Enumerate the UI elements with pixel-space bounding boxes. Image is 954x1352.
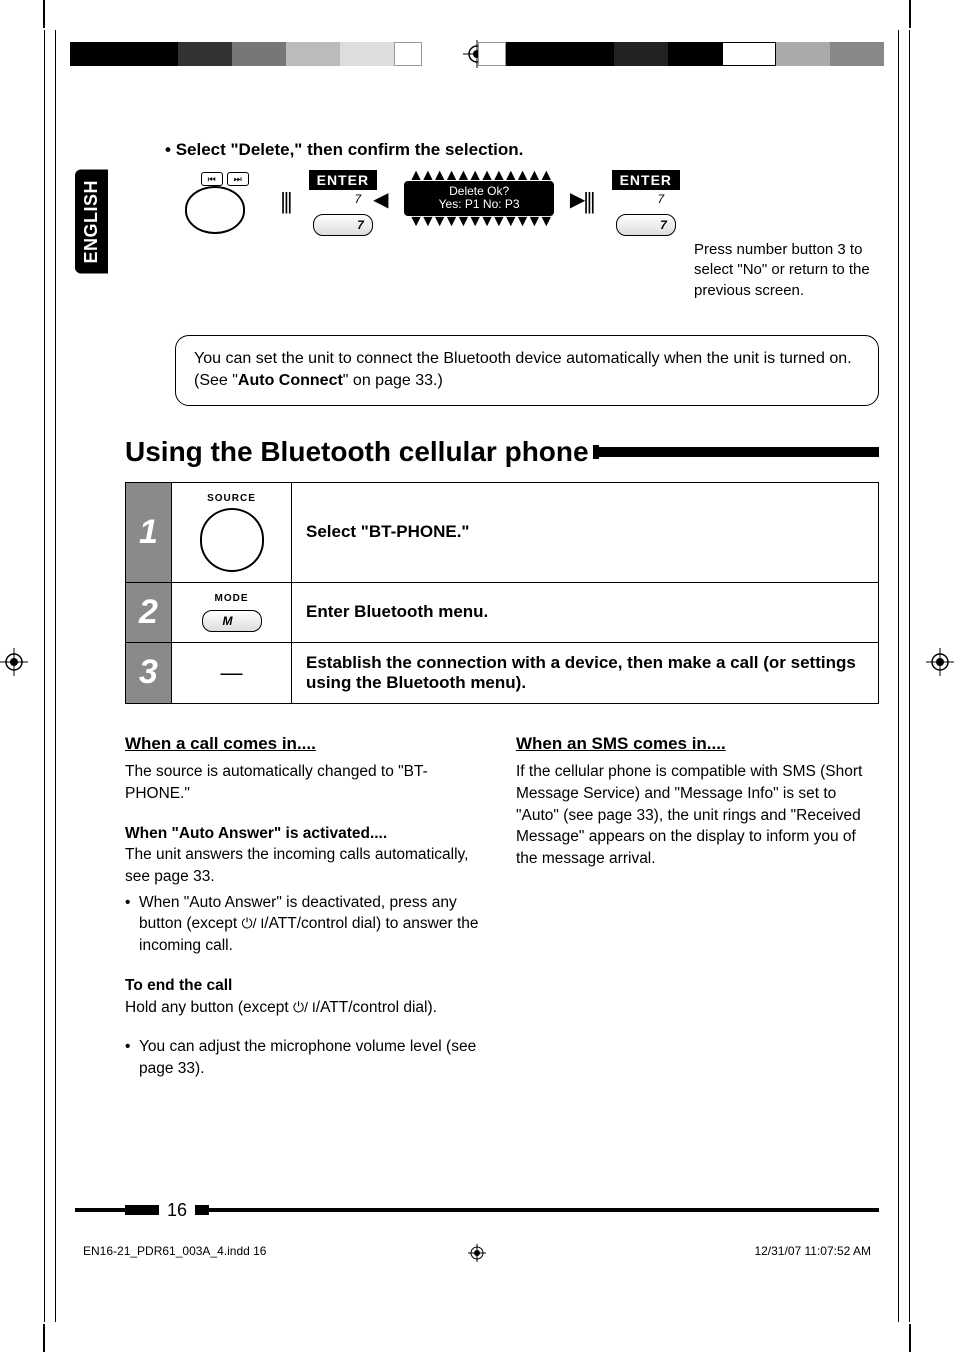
delete-diagram: ⏮⏭ ⦀ ENTER 7 7 ▲▲▲▲▲▲▲▲▲▲▲▲ ◀ Delete Ok?… bbox=[185, 170, 879, 301]
step-number: 2 bbox=[126, 582, 172, 642]
tip-box: You can set the unit to connect the Blue… bbox=[175, 335, 879, 406]
source-label: SOURCE bbox=[178, 493, 285, 504]
footer-file: EN16-21_PDR61_003A_4.indd 16 bbox=[83, 1244, 266, 1258]
language-tab: ENGLISH bbox=[75, 170, 108, 274]
power-att-icon: ⏻/ I bbox=[242, 916, 265, 932]
diagram-note: Press number button 3 to select "No" or … bbox=[694, 240, 879, 301]
lcd-line2: Yes: P1 No: P3 bbox=[410, 198, 548, 211]
button-7-label: 7 bbox=[339, 192, 377, 206]
body-text-part: /ATT/control dial). bbox=[316, 999, 437, 1016]
subsection-heading: When an SMS comes in.... bbox=[516, 732, 879, 756]
registration-mark-icon bbox=[0, 648, 28, 676]
crop-mark bbox=[43, 1324, 45, 1352]
footer: EN16-21_PDR61_003A_4.indd 16 12/31/07 11… bbox=[75, 1244, 879, 1258]
step-row: 3 — Establish the connection with a devi… bbox=[126, 642, 879, 703]
step-number: 1 bbox=[126, 482, 172, 582]
instruction-bullet: Select "Delete," then confirm the select… bbox=[165, 140, 879, 160]
steps-table: 1 SOURCE Select "BT-PHONE." 2 MODE M Ent… bbox=[125, 482, 879, 704]
crop-mark bbox=[909, 0, 911, 28]
step-control: MODE M bbox=[172, 582, 292, 642]
enter-button-diagram: ENTER 7 7 bbox=[309, 170, 377, 236]
step-number: 3 bbox=[126, 642, 172, 703]
power-att-icon: ⏻/ I bbox=[293, 999, 316, 1015]
step-control: — bbox=[172, 642, 292, 703]
step-row: 2 MODE M Enter Bluetooth menu. bbox=[126, 582, 879, 642]
dial-control-icon: ⏮⏭ bbox=[185, 170, 264, 234]
two-column-body: When a call comes in.... The source is a… bbox=[125, 732, 879, 1090]
list-item: When "Auto Answer" is deactivated, press… bbox=[125, 892, 488, 957]
trim-line bbox=[909, 30, 910, 1322]
page-number-bar: 16 bbox=[75, 1206, 879, 1214]
section-title: Using the Bluetooth cellular phone bbox=[125, 436, 589, 468]
body-text: Hold any button (except ⏻/ I/ATT/control… bbox=[125, 997, 488, 1019]
subsection-heading: When a call comes in.... bbox=[125, 732, 488, 756]
list-item: You can adjust the microphone volume lev… bbox=[125, 1036, 488, 1079]
step-text: Enter Bluetooth menu. bbox=[292, 582, 879, 642]
right-column: When an SMS comes in.... If the cellular… bbox=[516, 732, 879, 1090]
enter-label: ENTER bbox=[309, 170, 377, 190]
button-7-label: 7 bbox=[642, 192, 680, 206]
registration-mark-icon bbox=[926, 648, 954, 676]
enter-label: ENTER bbox=[612, 170, 680, 190]
button-7-icon: 7 bbox=[313, 214, 373, 236]
left-column: When a call comes in.... The source is a… bbox=[125, 732, 488, 1090]
dial-icon bbox=[200, 508, 264, 572]
page-content: ENGLISH Select "Delete," then confirm th… bbox=[75, 100, 879, 1292]
body-text: The source is automatically changed to "… bbox=[125, 761, 488, 804]
color-bar bbox=[478, 42, 884, 66]
subsection-heading: To end the call bbox=[125, 975, 488, 997]
crop-mark bbox=[909, 1324, 911, 1352]
section-heading: Using the Bluetooth cellular phone bbox=[125, 436, 879, 468]
lcd-display: ▲▲▲▲▲▲▲▲▲▲▲▲ ◀ Delete Ok? Yes: P1 No: P3… bbox=[391, 170, 567, 227]
step-control: SOURCE bbox=[172, 482, 292, 582]
crop-mark bbox=[43, 0, 45, 28]
mode-button-text: M bbox=[223, 614, 233, 628]
step-row: 1 SOURCE Select "BT-PHONE." bbox=[126, 482, 879, 582]
color-bar bbox=[70, 42, 422, 66]
tip-text: " on page 33.) bbox=[343, 372, 443, 389]
trim-line bbox=[44, 30, 45, 1322]
body-text-part: Hold any button (except bbox=[125, 999, 293, 1016]
arrow-icon: ⦀ bbox=[278, 170, 294, 221]
body-text: If the cellular phone is compatible with… bbox=[516, 761, 879, 869]
registration-mark-icon bbox=[468, 1244, 486, 1262]
page-number: 16 bbox=[167, 1200, 187, 1221]
button-7-icon: 7 bbox=[616, 214, 676, 236]
enter-button-diagram: ENTER 7 7 bbox=[612, 170, 680, 236]
tip-bold: Auto Connect bbox=[238, 372, 343, 389]
heading-rule bbox=[599, 447, 879, 457]
mode-button-icon: M bbox=[202, 610, 262, 632]
dash-icon: — bbox=[221, 660, 243, 685]
mode-label: MODE bbox=[178, 593, 285, 604]
footer-timestamp: 12/31/07 11:07:52 AM bbox=[754, 1244, 871, 1258]
body-text: The unit answers the incoming calls auto… bbox=[125, 844, 488, 887]
subsection-heading: When "Auto Answer" is activated.... bbox=[125, 823, 488, 845]
step-text: Establish the connection with a device, … bbox=[292, 642, 879, 703]
step-text: Select "BT-PHONE." bbox=[292, 482, 879, 582]
